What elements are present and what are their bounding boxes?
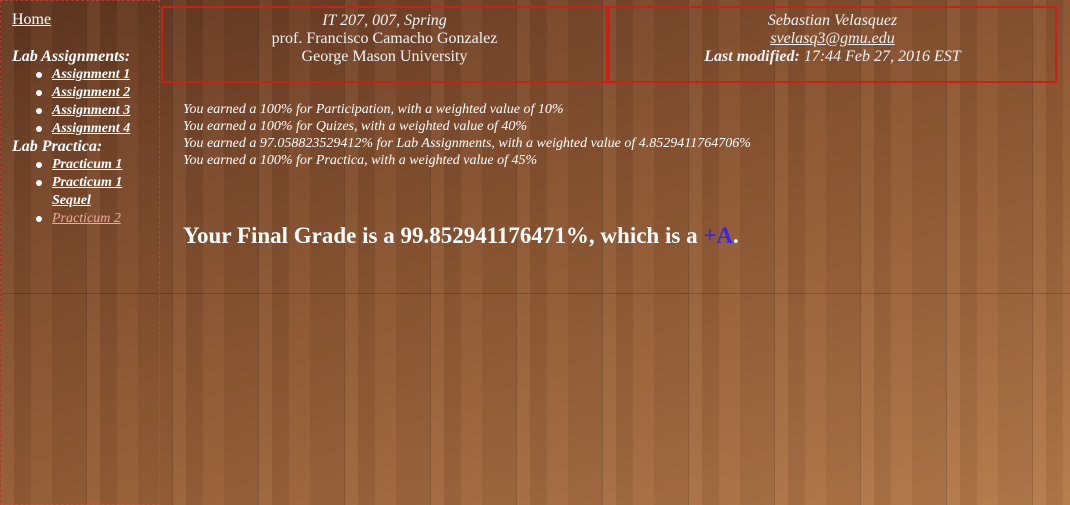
grade-breakdown: You earned a 100% for Participation, wit… <box>183 101 751 169</box>
assignment-1-link[interactable]: Assignment 1 <box>52 67 130 82</box>
practicum-1-link[interactable]: Practicum 1 <box>52 157 122 172</box>
professor-name: prof. Francisco Camacho Gonzalez <box>271 30 498 47</box>
course-info-box: IT 207, 007, Spring prof. Francisco Cama… <box>161 6 608 83</box>
assignment-2-link[interactable]: Assignment 2 <box>52 85 130 100</box>
letter-grade: +A <box>703 223 734 248</box>
list-item: Assignment 2 <box>1 84 130 102</box>
assignment-3-link[interactable]: Assignment 3 <box>52 103 130 118</box>
grade-line-quizes: You earned a 100% for Quizes, with a wei… <box>183 119 528 134</box>
grade-line-participation: You earned a 100% for Participation, wit… <box>183 102 564 117</box>
last-modified-value: 17:44 Feb 27, 2016 EST <box>803 48 961 65</box>
course-title: IT 207, 007, Spring <box>322 12 447 29</box>
final-grade: Your Final Grade is a 99.852941176471%, … <box>183 222 739 250</box>
list-item: Assignment 1 <box>1 66 130 84</box>
practicum-2-link[interactable]: Practicum 2 <box>52 211 121 226</box>
list-item: Practicum 2 <box>1 210 140 228</box>
list-item: Practicum 1 Sequel <box>1 174 140 210</box>
email-link[interactable]: svelasq3@gmu.edu <box>770 30 894 47</box>
list-item: Assignment 4 <box>1 120 130 138</box>
list-item: Assignment 3 <box>1 102 130 120</box>
final-grade-period: . <box>733 223 739 248</box>
last-modified: Last modified: 17:44 Feb 27, 2016 EST <box>610 48 1055 66</box>
lab-assignments-heading: Lab Assignments: <box>12 48 131 65</box>
student-info-box: Sebastian Velasquez svelasq3@gmu.edu Las… <box>608 6 1057 83</box>
sidebar-nav: Home Lab Assignments: Assignment 1 Assig… <box>0 0 160 505</box>
lab-practica-heading: Lab Practica: <box>12 138 103 155</box>
list-item: Practicum 1 <box>1 156 140 174</box>
student-name: Sebastian Velasquez <box>767 12 898 29</box>
grade-line-practica: You earned a 100% for Practica, with a w… <box>183 153 538 168</box>
lab-assignments-list: Assignment 1 Assignment 2 Assignment 3 A… <box>1 66 130 138</box>
grade-line-lab-assignments: You earned a 97.058823529412% for Lab As… <box>183 136 751 151</box>
university-name: George Mason University <box>301 48 468 65</box>
practicum-1-sequel-link[interactable]: Practicum 1 Sequel <box>52 175 122 208</box>
assignment-4-link[interactable]: Assignment 4 <box>52 121 130 136</box>
final-grade-text: Your Final Grade is a 99.852941176471%, … <box>183 223 704 248</box>
lab-practica-list: Practicum 1 Practicum 1 Sequel Practicum… <box>1 156 140 228</box>
last-modified-label: Last modified: <box>704 48 800 65</box>
home-link[interactable]: Home <box>12 11 51 29</box>
